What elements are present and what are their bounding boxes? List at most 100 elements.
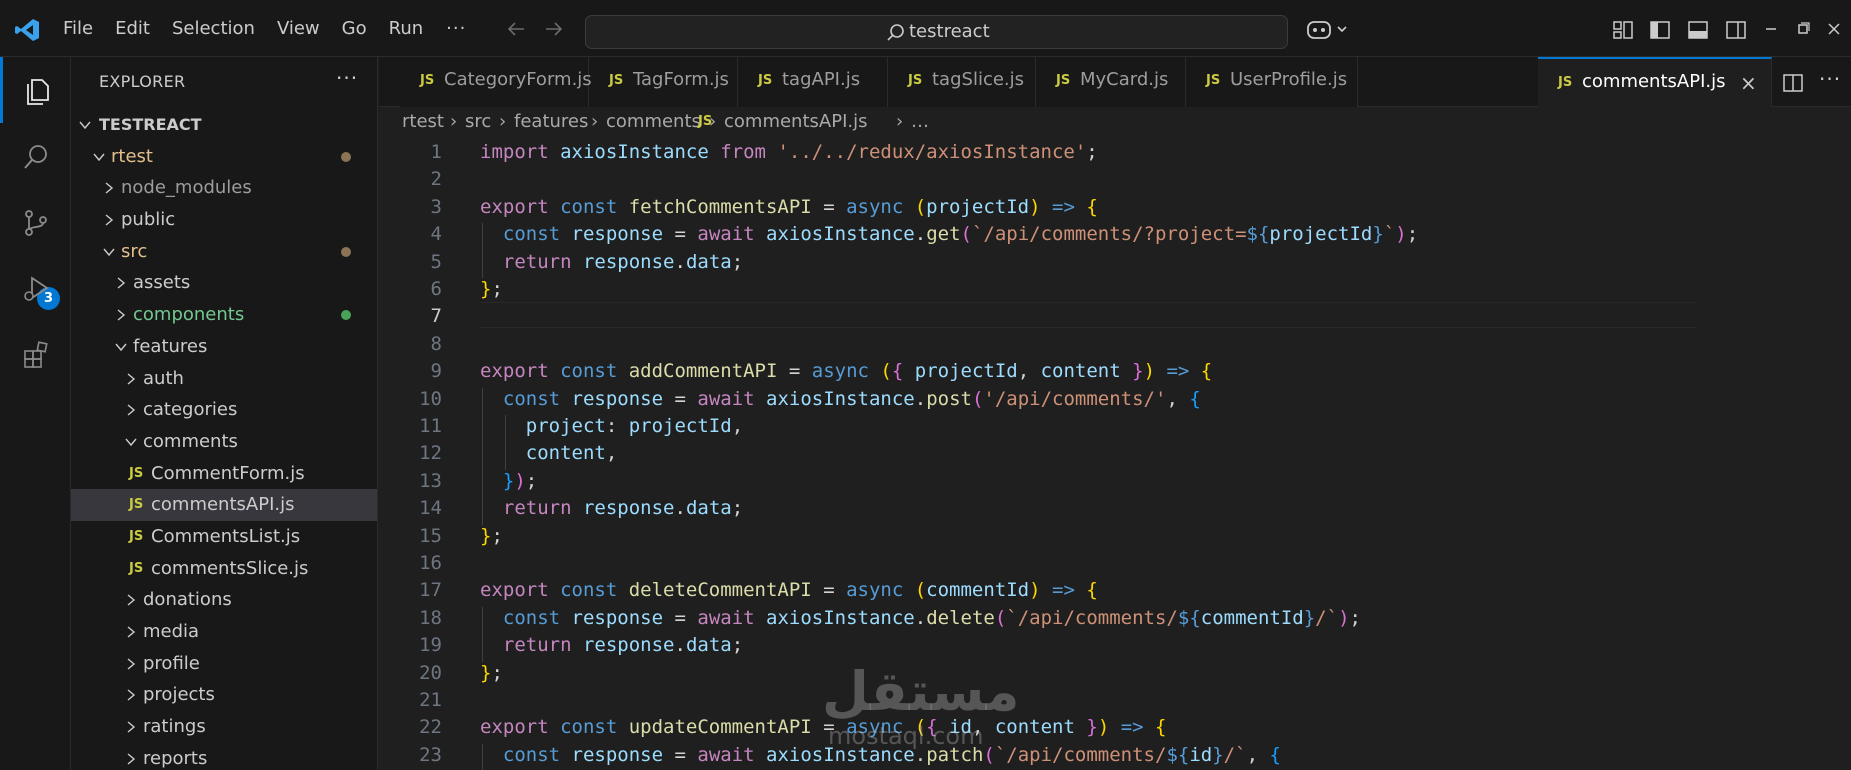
folder-item[interactable]: media <box>71 616 377 648</box>
menu-selection[interactable]: Selection <box>161 12 266 46</box>
code-token: response <box>571 387 675 410</box>
line-number: 5 <box>430 250 442 273</box>
folder-item[interactable]: categories <box>71 394 377 426</box>
folder-item[interactable]: reports <box>71 743 377 770</box>
code-line: 4 const response = await axiosInstance.g… <box>379 223 1779 250</box>
code-token: updateCommentAPI <box>628 716 824 739</box>
toggle-panel-icon[interactable] <box>1687 19 1709 41</box>
code-token: data <box>685 497 732 520</box>
folder-item[interactable]: projects <box>71 679 377 711</box>
editor-more-actions[interactable]: ··· <box>1819 67 1841 91</box>
code-token: => <box>1040 195 1087 218</box>
menu-edit[interactable]: Edit <box>104 12 161 46</box>
folder-item[interactable]: node_modules <box>71 172 377 204</box>
workspace-root[interactable]: TESTREACT <box>71 109 377 141</box>
maximize-icon[interactable] <box>1792 18 1814 40</box>
js-file-icon: JS <box>1056 73 1071 88</box>
menu-file[interactable]: File <box>52 12 104 46</box>
code-token: projectId <box>628 415 732 437</box>
tab-mycard[interactable]: JS MyCard.js <box>1036 57 1186 107</box>
breadcrumb-item[interactable]: features <box>514 111 588 132</box>
close-window-icon[interactable] <box>1823 18 1845 40</box>
code-editor[interactable]: 1 import axiosInstance from '../../redux/… <box>379 138 1851 770</box>
code-line: 20}; <box>379 662 1779 689</box>
code-line: 9 export const addCommentAPI = async ({ p… <box>379 360 1779 387</box>
folder-item[interactable]: ratings <box>71 711 377 743</box>
code-token: = <box>674 387 698 410</box>
code-token: ; <box>1349 606 1361 629</box>
tab-categoryform[interactable]: JS CategoryForm.js <box>400 57 592 107</box>
code-token: , <box>731 415 744 437</box>
code-token: : <box>605 415 629 437</box>
back-arrow-icon[interactable] <box>504 17 528 41</box>
code-token: ; <box>731 634 744 657</box>
menu-go[interactable]: Go <box>331 12 378 46</box>
folder-item[interactable]: donations <box>71 584 377 616</box>
explorer-more-actions[interactable]: ··· <box>336 66 358 90</box>
code-token: ; <box>1406 223 1419 246</box>
breadcrumb-item[interactable]: commentsAPI.js <box>724 111 867 132</box>
extensions-tab[interactable] <box>0 321 71 387</box>
folder-item[interactable]: features <box>71 331 377 363</box>
folder-item[interactable]: src <box>71 236 377 268</box>
code-token: } <box>1132 360 1144 383</box>
indent-guide <box>505 415 506 470</box>
split-editor-icon[interactable] <box>1782 72 1804 94</box>
folder-item[interactable]: comments <box>71 426 377 458</box>
folder-item[interactable]: auth <box>71 363 377 395</box>
code-text: const response = await axiosInstance.del… <box>480 607 1361 629</box>
explorer-tab[interactable] <box>0 57 71 123</box>
menu-view[interactable]: View <box>266 12 331 46</box>
file-item[interactable]: JS commentsAPI.js <box>71 489 377 521</box>
folder-item[interactable]: profile <box>71 648 377 680</box>
file-item[interactable]: JS commentsSlice.js <box>71 553 377 585</box>
run-debug-tab[interactable] <box>0 255 71 321</box>
code-token: const <box>560 195 629 218</box>
copilot-icon[interactable] <box>1306 18 1350 42</box>
tab-tagapi[interactable]: JS tagAPI.js <box>738 57 888 107</box>
code-token: , <box>1017 360 1041 383</box>
tab-userprofile[interactable]: JS UserProfile.js <box>1186 57 1358 107</box>
menu-more[interactable]: ··· <box>434 18 478 39</box>
folder-item[interactable]: public <box>71 204 377 236</box>
folder-item[interactable]: components <box>71 299 377 331</box>
tab-commentsapi[interactable]: JS commentsAPI.js × <box>1538 57 1772 108</box>
code-token: } <box>502 469 515 492</box>
menu-run[interactable]: Run <box>378 12 435 46</box>
breadcrumb-separator-icon: › <box>499 111 507 132</box>
breadcrumb-item[interactable]: … <box>911 111 929 132</box>
toggle-secondary-sidebar-icon[interactable] <box>1725 19 1747 41</box>
forward-arrow-icon[interactable] <box>542 17 566 41</box>
chevron-right-icon <box>127 658 136 670</box>
toggle-primary-sidebar-icon[interactable] <box>1649 19 1671 41</box>
file-item[interactable]: JS CommentsList.js <box>71 521 377 553</box>
js-file-icon: JS <box>1558 75 1573 90</box>
code-token: { <box>891 360 915 383</box>
code-token: return <box>502 634 583 657</box>
customize-layout-icon[interactable] <box>1612 19 1634 41</box>
vscode-logo-icon <box>15 19 39 41</box>
breadcrumb-item[interactable]: src <box>465 111 491 132</box>
minimize-icon[interactable] <box>1760 18 1782 40</box>
close-tab-icon[interactable]: × <box>1740 71 1757 95</box>
line-number: 23 <box>419 743 442 766</box>
code-token: data <box>685 250 732 273</box>
folder-label: features <box>133 335 208 357</box>
source-control-tab[interactable] <box>0 189 71 255</box>
tab-tagslice[interactable]: JS tagSlice.js <box>888 57 1036 107</box>
breadcrumb-item[interactable]: comments <box>606 111 701 132</box>
code-token: const <box>502 387 572 410</box>
search-tab[interactable] <box>0 123 71 189</box>
breadcrumb-item[interactable]: rtest <box>402 111 444 132</box>
code-line: 19 return response.data; <box>379 634 1779 661</box>
folder-item[interactable]: rtest <box>71 141 377 173</box>
tab-tagform[interactable]: JS TagForm.js <box>589 57 738 107</box>
code-token: . <box>674 250 686 273</box>
folder-label: components <box>133 304 245 326</box>
code-token: /` <box>1315 606 1339 629</box>
code-token: delete <box>926 606 995 629</box>
folder-item[interactable]: assets <box>71 267 377 299</box>
command-center-search[interactable]: testreact <box>585 15 1288 49</box>
folder-label: media <box>143 621 200 642</box>
file-item[interactable]: JS CommentForm.js <box>71 458 377 490</box>
